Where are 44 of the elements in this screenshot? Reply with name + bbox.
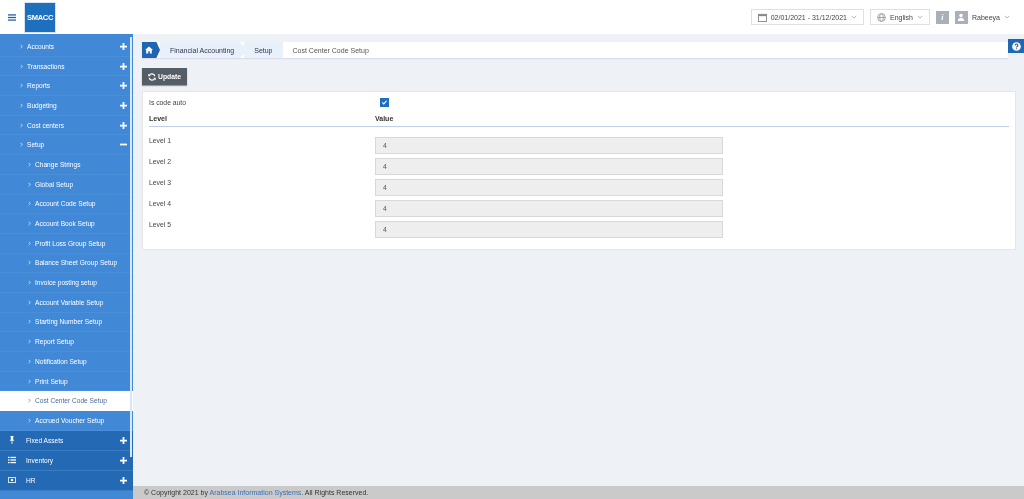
chevron-right-icon [20,63,23,69]
plus-icon [120,476,127,484]
chevron-right-icon [28,221,31,227]
plus-icon [120,121,127,129]
checkbox[interactable] [380,98,389,107]
plus-icon [120,456,127,464]
home-icon [145,46,153,54]
chevron-right-icon [28,280,31,286]
avatar-icon [954,10,968,24]
chevron-down-icon [1004,15,1010,19]
plus-icon [120,42,127,50]
chevron-right-icon [28,161,31,167]
scrollbar[interactable] [130,37,132,457]
calendar-icon [757,12,767,22]
chevron-right-icon [28,240,31,246]
chevron-right-icon [28,417,31,423]
chevron-right-icon [20,142,23,148]
chevron-right-icon [20,43,23,49]
list-icon [8,456,16,465]
plus-icon [120,101,127,109]
globe-icon [877,12,886,22]
plus-icon [120,436,127,444]
banknote-icon [8,476,16,485]
chevron-right-icon [28,181,31,187]
chevron-right-icon [28,339,31,345]
help-button[interactable] [1008,39,1024,53]
chevron-right-icon [28,378,31,384]
chevron-right-icon [28,398,31,404]
chevron-right-icon [28,319,31,325]
chevron-right-icon [28,260,31,266]
home-link[interactable] [142,42,160,58]
plus-icon [120,82,127,90]
chevron-down-icon [916,15,923,19]
chevron-right-icon [28,299,31,305]
menu-icon[interactable] [7,12,16,22]
chevron-right-icon [20,102,23,108]
chevron-right-icon [20,122,23,128]
chevron-right-icon [28,358,31,364]
info-button[interactable]: i [935,10,949,24]
chevron-right-icon [28,201,31,207]
chevron-right-icon [20,83,23,89]
plus-icon [120,62,127,70]
chevron-down-icon [851,15,857,19]
refresh-icon [148,72,156,81]
